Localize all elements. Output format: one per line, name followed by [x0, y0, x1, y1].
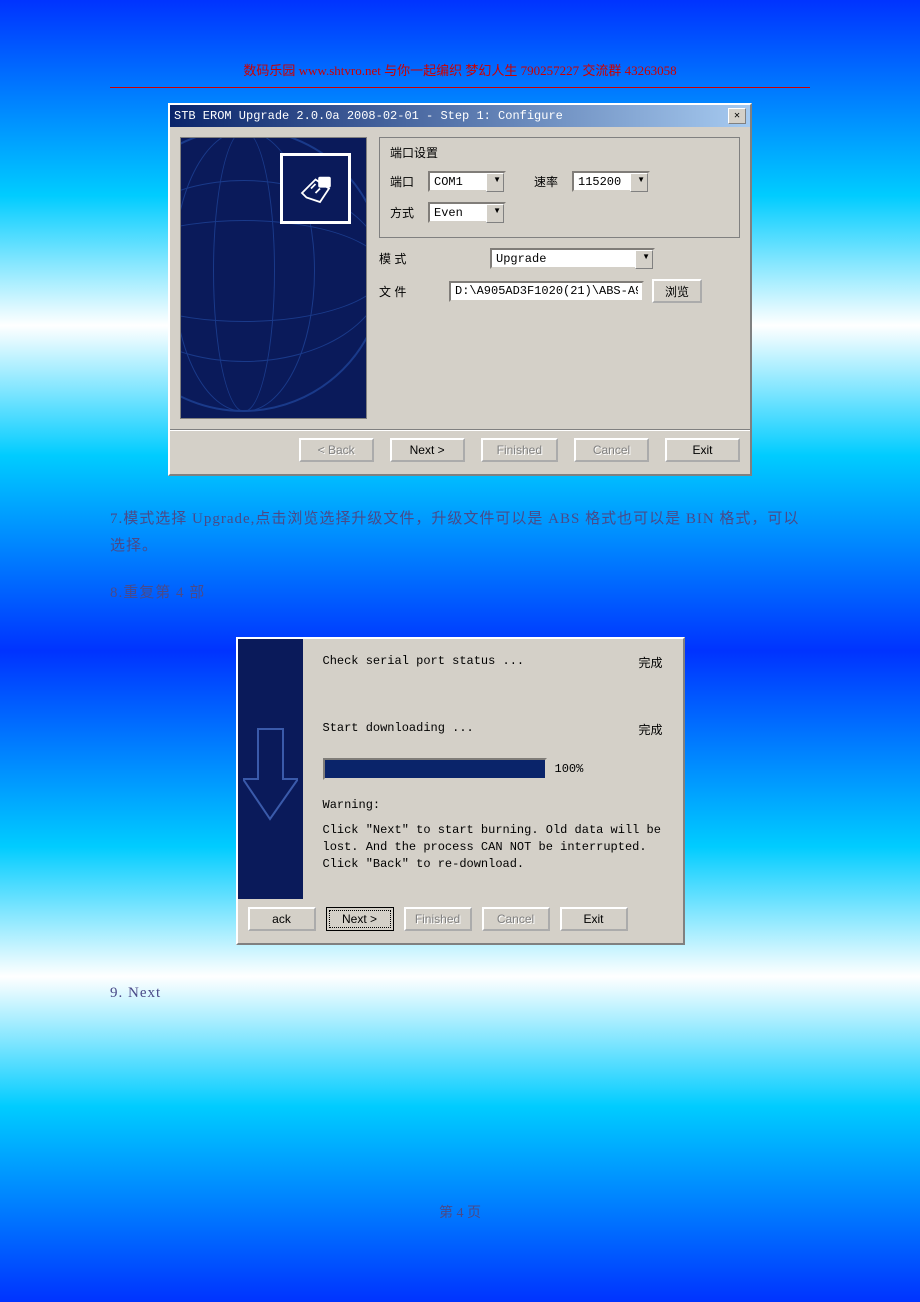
port-select[interactable] [428, 171, 506, 192]
header-divider [110, 87, 810, 88]
next-button[interactable]: Next > [390, 438, 465, 462]
back-button: < Back [299, 438, 374, 462]
next-button-2[interactable]: Next > [326, 907, 394, 931]
wizard-graphic [180, 137, 367, 419]
connector-icon [280, 153, 351, 224]
warning-text: Click "Next" to start burning. Old data … [323, 822, 663, 872]
check-status-result: 完成 [638, 654, 662, 671]
cancel-button: Cancel [574, 438, 649, 462]
check-status-label: Check serial port status ... [323, 654, 525, 671]
title-bar: STB EROM Upgrade 2.0.0a 2008-02-01 - Ste… [170, 105, 750, 127]
close-icon[interactable]: ✕ [728, 108, 746, 124]
browse-button[interactable]: 浏览 [652, 279, 702, 303]
step-8-text: 8.重复第 4 部 [110, 580, 810, 607]
page-footer: 第 4 页 [0, 1202, 920, 1222]
exit-button[interactable]: Exit [665, 438, 740, 462]
port-label: 端口 [390, 173, 420, 190]
file-label: 文 件 [379, 283, 419, 300]
mode2-label: 模 式 [379, 250, 419, 267]
dialog2-buttons: ack Next > Finished Cancel Exit [238, 899, 683, 943]
rate-select[interactable] [572, 171, 650, 192]
progress-percent: 100% [555, 762, 584, 776]
fieldset-legend: 端口设置 [386, 144, 442, 161]
rate-label: 速率 [534, 173, 564, 190]
finished-button-2: Finished [404, 907, 472, 931]
download-result: 完成 [638, 721, 662, 738]
mode-label: 方式 [390, 204, 420, 221]
configure-dialog: STB EROM Upgrade 2.0.0a 2008-02-01 - Ste… [168, 103, 752, 476]
page-header: 数码乐园 www.shtvro.net 与你一起编织 梦幻人生 79025722… [0, 60, 920, 79]
mode2-select[interactable] [490, 248, 655, 269]
parity-select[interactable] [428, 202, 506, 223]
port-settings-group: 端口设置 端口 速率 方式 [379, 137, 740, 238]
progress-bar [323, 758, 547, 780]
file-input[interactable] [449, 281, 644, 302]
step-9-text: 9. Next [110, 980, 810, 1007]
download-label: Start downloading ... [323, 721, 474, 738]
wizard-graphic-2 [238, 639, 303, 899]
back-button-2[interactable]: ack [248, 907, 316, 931]
step-7-text: 7.模式选择 Upgrade,点击浏览选择升级文件，升级文件可以是 ABS 格式… [110, 506, 810, 560]
finished-button: Finished [481, 438, 558, 462]
download-dialog: Check serial port status ... 完成 Start do… [236, 637, 685, 945]
dialog-buttons: < Back Next > Finished Cancel Exit [170, 429, 750, 474]
warning-label: Warning: [323, 798, 663, 812]
exit-button-2[interactable]: Exit [560, 907, 628, 931]
cancel-button-2: Cancel [482, 907, 550, 931]
dialog-title: STB EROM Upgrade 2.0.0a 2008-02-01 - Ste… [174, 109, 728, 123]
